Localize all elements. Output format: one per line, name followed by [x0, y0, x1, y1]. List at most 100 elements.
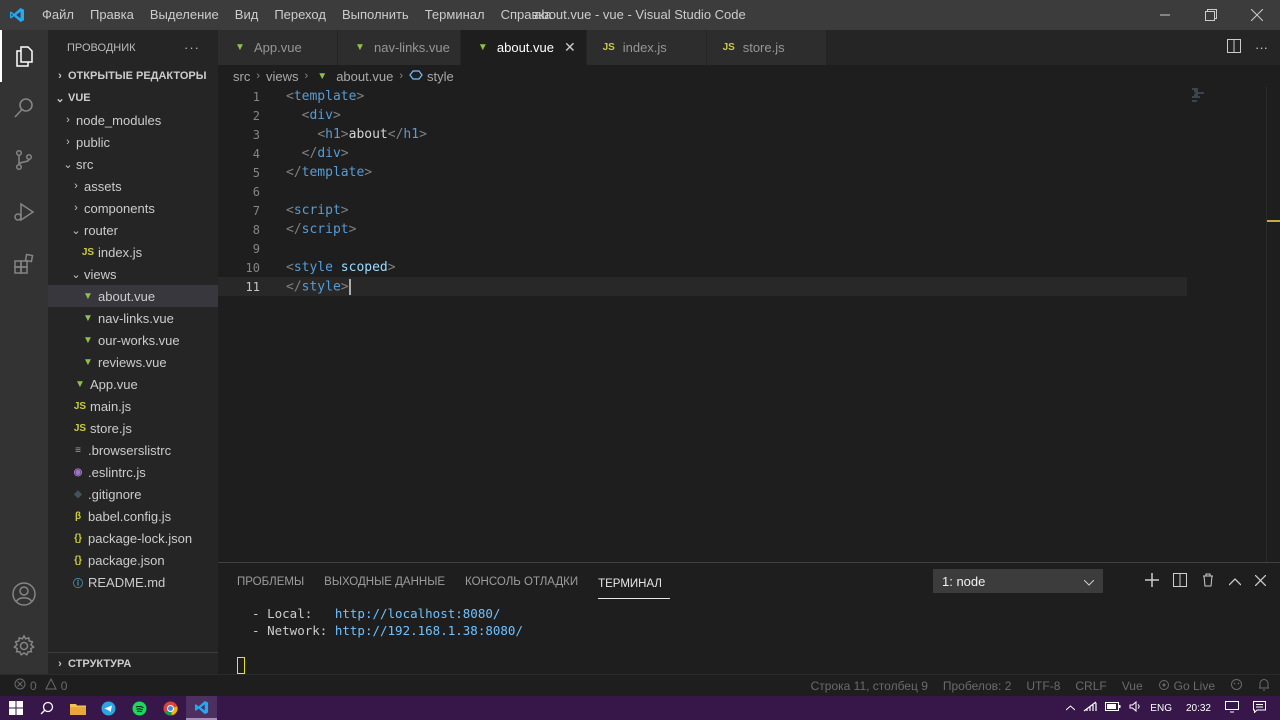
- telegram-icon[interactable]: [93, 696, 124, 720]
- terminal-link[interactable]: http://192.168.1.38:8080/: [335, 623, 523, 638]
- action-center-icon[interactable]: [1253, 700, 1266, 716]
- encoding[interactable]: UTF-8: [1026, 679, 1060, 693]
- project-folder-section[interactable]: ⌄ VUE: [48, 87, 218, 109]
- account-icon[interactable]: [0, 570, 48, 618]
- menu-item[interactable]: Выделение: [142, 0, 227, 30]
- breadcrumb-item[interactable]: about.vue: [336, 69, 393, 84]
- tree-folder[interactable]: › assets: [48, 175, 218, 197]
- menu-item[interactable]: Правка: [82, 0, 142, 30]
- panel-tab[interactable]: ТЕРМИНАЛ: [598, 565, 670, 599]
- tree-file[interactable]: ≡ .browserslistrc: [48, 439, 218, 461]
- open-editors-section[interactable]: › ОТКРЫТЫЕ РЕДАКТОРЫ: [48, 65, 218, 87]
- tree-file[interactable]: ▼ our-works.vue: [48, 329, 218, 351]
- split-terminal-icon[interactable]: [1173, 572, 1187, 590]
- spotify-icon[interactable]: [124, 696, 155, 720]
- new-terminal-icon[interactable]: [1145, 572, 1159, 590]
- editor-tab[interactable]: ▼ about.vue ✕: [460, 30, 587, 65]
- go-live-button[interactable]: Go Live: [1158, 679, 1215, 694]
- taskbar-search-icon[interactable]: [31, 696, 62, 720]
- tree-folder[interactable]: ⌄ router: [48, 219, 218, 241]
- search-icon[interactable]: [0, 82, 48, 134]
- battery-icon[interactable]: [1105, 702, 1121, 714]
- restore-button[interactable]: [1188, 0, 1234, 30]
- editor-tab[interactable]: ▼ nav-links.vue: [338, 30, 461, 65]
- tree-file[interactable]: ▼ nav-links.vue: [48, 307, 218, 329]
- close-tab-icon[interactable]: ✕: [564, 39, 576, 56]
- network-icon[interactable]: [1083, 701, 1097, 715]
- menu-item[interactable]: Выполнить: [334, 0, 417, 30]
- feedback-icon[interactable]: [1230, 678, 1243, 694]
- indentation[interactable]: Пробелов: 2: [943, 679, 1012, 693]
- language-mode[interactable]: Vue: [1122, 679, 1143, 693]
- chevron-right-icon: ›: [256, 70, 261, 82]
- desktop-icon[interactable]: [1225, 700, 1239, 716]
- tree-file[interactable]: JS store.js: [48, 417, 218, 439]
- file-explorer-icon[interactable]: [62, 696, 93, 720]
- clock[interactable]: 20:32: [1186, 703, 1211, 714]
- extensions-icon[interactable]: [0, 238, 48, 290]
- tree-file[interactable]: ◆ .gitignore: [48, 483, 218, 505]
- settings-gear-icon[interactable]: [0, 622, 48, 670]
- chrome-icon[interactable]: [155, 696, 186, 720]
- tree-item-label: README.md: [88, 574, 166, 590]
- source-control-icon[interactable]: [0, 134, 48, 186]
- menu-item[interactable]: Справка: [493, 0, 560, 30]
- notifications-bell-icon[interactable]: [1258, 678, 1270, 694]
- tree-folder[interactable]: › node_modules: [48, 109, 218, 131]
- menu-item[interactable]: Файл: [34, 0, 82, 30]
- menu-item[interactable]: Переход: [266, 0, 334, 30]
- terminal-link[interactable]: http://localhost:8080/: [335, 606, 501, 621]
- terminal-select[interactable]: 1: node: [933, 569, 1103, 593]
- split-editor-icon[interactable]: [1227, 39, 1241, 56]
- outline-section[interactable]: › СТРУКТУРА: [48, 652, 218, 674]
- cursor-position[interactable]: Строка 11, столбец 9: [811, 679, 928, 693]
- menu-item[interactable]: Терминал: [417, 0, 493, 30]
- volume-icon[interactable]: [1129, 700, 1142, 715]
- tree-file[interactable]: JS index.js: [48, 241, 218, 263]
- tree-file[interactable]: ▼ App.vue: [48, 373, 218, 395]
- chevron-up-icon[interactable]: [1065, 703, 1076, 714]
- keyboard-language[interactable]: ENG: [1150, 703, 1172, 714]
- run-debug-icon[interactable]: [0, 186, 48, 238]
- vertical-scrollbar[interactable]: [1266, 87, 1280, 562]
- end-of-line[interactable]: CRLF: [1075, 679, 1106, 693]
- editor-tab[interactable]: ▼ App.vue: [218, 30, 338, 65]
- trash-icon[interactable]: [1201, 573, 1215, 590]
- more-actions-icon[interactable]: ···: [1255, 40, 1268, 55]
- vscode-taskbar-icon[interactable]: [186, 696, 217, 720]
- tree-file[interactable]: ⓘ README.md: [48, 571, 218, 593]
- breadcrumb-item[interactable]: style: [427, 69, 454, 84]
- tree-file[interactable]: {} package-lock.json: [48, 527, 218, 549]
- tree-folder[interactable]: › components: [48, 197, 218, 219]
- tree-file[interactable]: ▼ about.vue: [48, 285, 218, 307]
- terminal-output[interactable]: - Local: http://localhost:8080/ - Networ…: [237, 605, 523, 639]
- tree-file[interactable]: ◉ .eslintrc.js: [48, 461, 218, 483]
- menu-item[interactable]: Вид: [227, 0, 267, 30]
- breadcrumb-item[interactable]: views: [266, 69, 299, 84]
- tree-folder[interactable]: ⌄ views: [48, 263, 218, 285]
- panel-tab[interactable]: ВЫХОДНЫЕ ДАННЫЕ: [324, 563, 453, 601]
- code-editor[interactable]: 1 <template> 2 <div> 3 <h1>about</h1> 4 </di…: [218, 87, 1280, 562]
- tree-file[interactable]: JS main.js: [48, 395, 218, 417]
- more-actions-icon[interactable]: ···: [184, 40, 200, 55]
- tree-folder[interactable]: ⌄ src: [48, 153, 218, 175]
- tree-file[interactable]: {} package.json: [48, 549, 218, 571]
- close-window-button[interactable]: [1234, 0, 1280, 30]
- problems-status[interactable]: 0 0: [0, 677, 67, 693]
- tree-file[interactable]: β babel.config.js: [48, 505, 218, 527]
- maximize-panel-icon[interactable]: [1228, 574, 1242, 589]
- minimize-button[interactable]: [1142, 0, 1188, 30]
- breadcrumb-item[interactable]: src: [233, 69, 250, 84]
- panel-tab[interactable]: КОНСОЛЬ ОТЛАДКИ: [465, 563, 586, 601]
- panel-tab[interactable]: ПРОБЛЕМЫ: [237, 563, 312, 601]
- explorer-icon[interactable]: [0, 30, 48, 82]
- tree-folder[interactable]: › public: [48, 131, 218, 153]
- code-token: >: [340, 203, 349, 218]
- windows-start-icon[interactable]: [0, 696, 31, 720]
- vue-file-icon: ▼: [477, 41, 488, 53]
- editor-tab[interactable]: JS store.js: [706, 30, 827, 65]
- minimap[interactable]: [1192, 87, 1272, 147]
- editor-tab[interactable]: JS index.js: [586, 30, 707, 65]
- close-panel-icon[interactable]: [1254, 574, 1267, 589]
- tree-file[interactable]: ▼ reviews.vue: [48, 351, 218, 373]
